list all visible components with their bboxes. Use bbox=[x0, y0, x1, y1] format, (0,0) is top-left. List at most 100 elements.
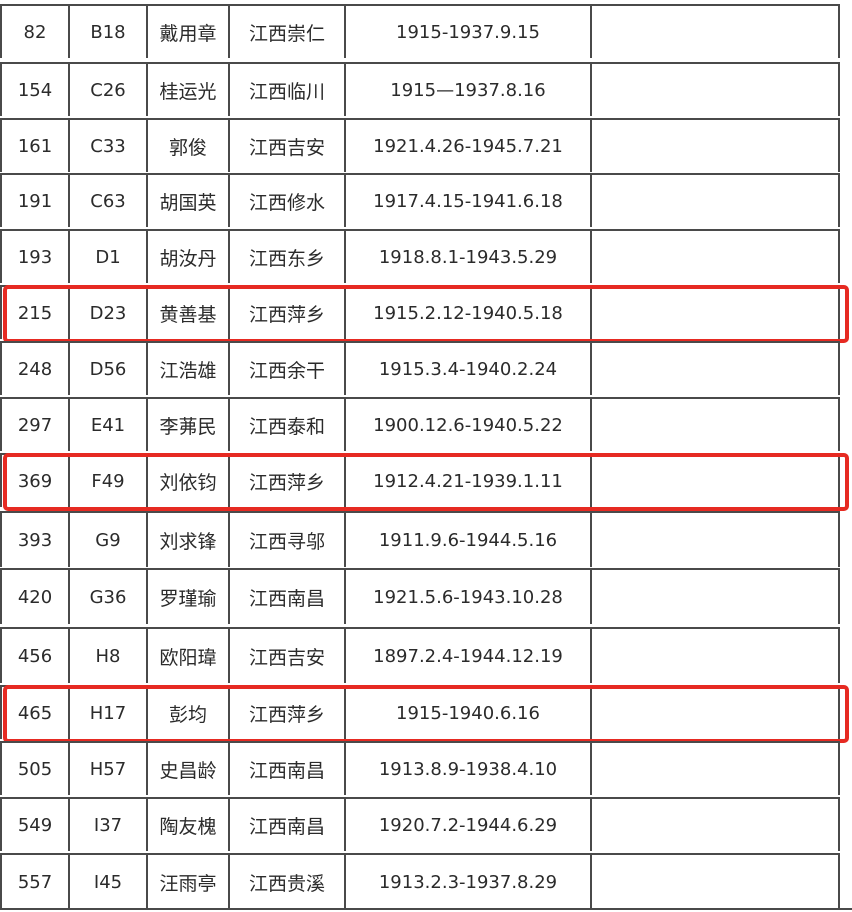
note-cell bbox=[590, 687, 840, 739]
note-cell bbox=[590, 399, 840, 451]
dates-cell: 1915—1937.8.16 bbox=[344, 64, 590, 116]
note-cell bbox=[590, 799, 840, 851]
dates-cell: 1913.2.3-1937.8.29 bbox=[344, 855, 590, 909]
serial-number-cell: 369 bbox=[0, 455, 68, 507]
origin-cell: 江西余干 bbox=[228, 343, 344, 395]
code-cell: E41 bbox=[68, 399, 146, 451]
serial-number-cell: 297 bbox=[0, 399, 68, 451]
note-cell bbox=[590, 287, 840, 339]
code-cell: D1 bbox=[68, 231, 146, 283]
note-cell bbox=[590, 6, 840, 58]
table-row: 369 F49 刘依钧 江西萍乡 1912.4.21-1939.1.11 bbox=[0, 453, 840, 507]
note-cell bbox=[590, 343, 840, 395]
table-row: 215 D23 黄善基 江西萍乡 1915.2.12-1940.5.18 bbox=[0, 285, 840, 339]
table-row: 161 C33 郭俊 江西吉安 1921.4.26-1945.7.21 bbox=[0, 118, 840, 172]
dates-cell: 1921.5.6-1943.10.28 bbox=[344, 570, 590, 624]
name-cell: 戴用章 bbox=[146, 6, 228, 58]
serial-number-cell: 456 bbox=[0, 629, 68, 683]
dates-cell: 1918.8.1-1943.5.29 bbox=[344, 231, 590, 283]
origin-cell: 江西贵溪 bbox=[228, 855, 344, 909]
code-cell: C63 bbox=[68, 175, 146, 227]
table-row: 420 G36 罗瑾瑜 江西南昌 1921.5.6-1943.10.28 bbox=[0, 568, 840, 624]
name-cell: 黄善基 bbox=[146, 287, 228, 339]
name-cell: 罗瑾瑜 bbox=[146, 570, 228, 624]
origin-cell: 江西南昌 bbox=[228, 799, 344, 851]
note-cell bbox=[590, 570, 840, 624]
origin-cell: 江西萍乡 bbox=[228, 287, 344, 339]
code-cell: H57 bbox=[68, 743, 146, 795]
name-cell: 陶友槐 bbox=[146, 799, 228, 851]
name-cell: 胡汝丹 bbox=[146, 231, 228, 283]
code-cell: F49 bbox=[68, 455, 146, 507]
serial-number-cell: 248 bbox=[0, 343, 68, 395]
serial-number-cell: 82 bbox=[0, 6, 68, 58]
name-cell: 胡国英 bbox=[146, 175, 228, 227]
dates-cell: 1915-1937.9.15 bbox=[344, 6, 590, 58]
origin-cell: 江西修水 bbox=[228, 175, 344, 227]
code-cell: D23 bbox=[68, 287, 146, 339]
origin-cell: 江西寻邬 bbox=[228, 513, 344, 567]
dates-cell: 1913.8.9-1938.4.10 bbox=[344, 743, 590, 795]
serial-number-cell: 154 bbox=[0, 64, 68, 116]
serial-number-cell: 191 bbox=[0, 175, 68, 227]
code-cell: G9 bbox=[68, 513, 146, 567]
table-row: 154 C26 桂运光 江西临川 1915—1937.8.16 bbox=[0, 62, 840, 116]
serial-number-cell: 161 bbox=[0, 120, 68, 172]
name-cell: 桂运光 bbox=[146, 64, 228, 116]
name-cell: 刘依钧 bbox=[146, 455, 228, 507]
name-cell: 欧阳瑋 bbox=[146, 629, 228, 683]
serial-number-cell: 393 bbox=[0, 513, 68, 567]
dates-cell: 1921.4.26-1945.7.21 bbox=[344, 120, 590, 172]
note-cell bbox=[590, 629, 840, 683]
note-cell bbox=[590, 64, 840, 116]
name-cell: 刘求锋 bbox=[146, 513, 228, 567]
dates-cell: 1897.2.4-1944.12.19 bbox=[344, 629, 590, 683]
table-row: 549 I37 陶友槐 江西南昌 1920.7.2-1944.6.29 bbox=[0, 797, 840, 851]
dates-cell: 1915.3.4-1940.2.24 bbox=[344, 343, 590, 395]
origin-cell: 江西东乡 bbox=[228, 231, 344, 283]
serial-number-cell: 193 bbox=[0, 231, 68, 283]
code-cell: I37 bbox=[68, 799, 146, 851]
dates-cell: 1911.9.6-1944.5.16 bbox=[344, 513, 590, 567]
code-cell: C26 bbox=[68, 64, 146, 116]
name-cell: 郭俊 bbox=[146, 120, 228, 172]
note-cell bbox=[590, 513, 840, 567]
name-cell: 李茀民 bbox=[146, 399, 228, 451]
code-cell: D56 bbox=[68, 343, 146, 395]
table-row: 393 G9 刘求锋 江西寻邬 1911.9.6-1944.5.16 bbox=[0, 511, 840, 567]
table-row: 456 H8 欧阳瑋 江西吉安 1897.2.4-1944.12.19 bbox=[0, 627, 840, 683]
table-row: 191 C63 胡国英 江西修水 1917.4.15-1941.6.18 bbox=[0, 173, 840, 227]
code-cell: G36 bbox=[68, 570, 146, 624]
serial-number-cell: 549 bbox=[0, 799, 68, 851]
code-cell: B18 bbox=[68, 6, 146, 58]
serial-number-cell: 505 bbox=[0, 743, 68, 795]
table-bottom-border bbox=[0, 908, 852, 910]
code-cell: H17 bbox=[68, 687, 146, 739]
note-cell bbox=[590, 120, 840, 172]
note-cell bbox=[590, 855, 840, 909]
dates-cell: 1912.4.21-1939.1.11 bbox=[344, 455, 590, 507]
dates-cell: 1917.4.15-1941.6.18 bbox=[344, 175, 590, 227]
origin-cell: 江西南昌 bbox=[228, 743, 344, 795]
table-row: 505 H57 史昌龄 江西南昌 1913.8.9-1938.4.10 bbox=[0, 741, 840, 795]
name-cell: 汪雨亭 bbox=[146, 855, 228, 909]
code-cell: I45 bbox=[68, 855, 146, 909]
origin-cell: 江西临川 bbox=[228, 64, 344, 116]
dates-cell: 1915.2.12-1940.5.18 bbox=[344, 287, 590, 339]
code-cell: H8 bbox=[68, 629, 146, 683]
name-cell: 史昌龄 bbox=[146, 743, 228, 795]
serial-number-cell: 420 bbox=[0, 570, 68, 624]
dates-cell: 1900.12.6-1940.5.22 bbox=[344, 399, 590, 451]
origin-cell: 江西吉安 bbox=[228, 629, 344, 683]
table-row: 248 D56 江浩雄 江西余干 1915.3.4-1940.2.24 bbox=[0, 341, 840, 395]
serial-number-cell: 465 bbox=[0, 687, 68, 739]
origin-cell: 江西南昌 bbox=[228, 570, 344, 624]
name-cell: 江浩雄 bbox=[146, 343, 228, 395]
dates-cell: 1920.7.2-1944.6.29 bbox=[344, 799, 590, 851]
table-row: 465 H17 彭均 江西萍乡 1915-1940.6.16 bbox=[0, 685, 840, 739]
table-row: 193 D1 胡汝丹 江西东乡 1918.8.1-1943.5.29 bbox=[0, 229, 840, 283]
note-cell bbox=[590, 743, 840, 795]
origin-cell: 江西泰和 bbox=[228, 399, 344, 451]
table-row: 557 I45 汪雨亭 江西贵溪 1913.2.3-1937.8.29 bbox=[0, 853, 840, 909]
origin-cell: 江西吉安 bbox=[228, 120, 344, 172]
